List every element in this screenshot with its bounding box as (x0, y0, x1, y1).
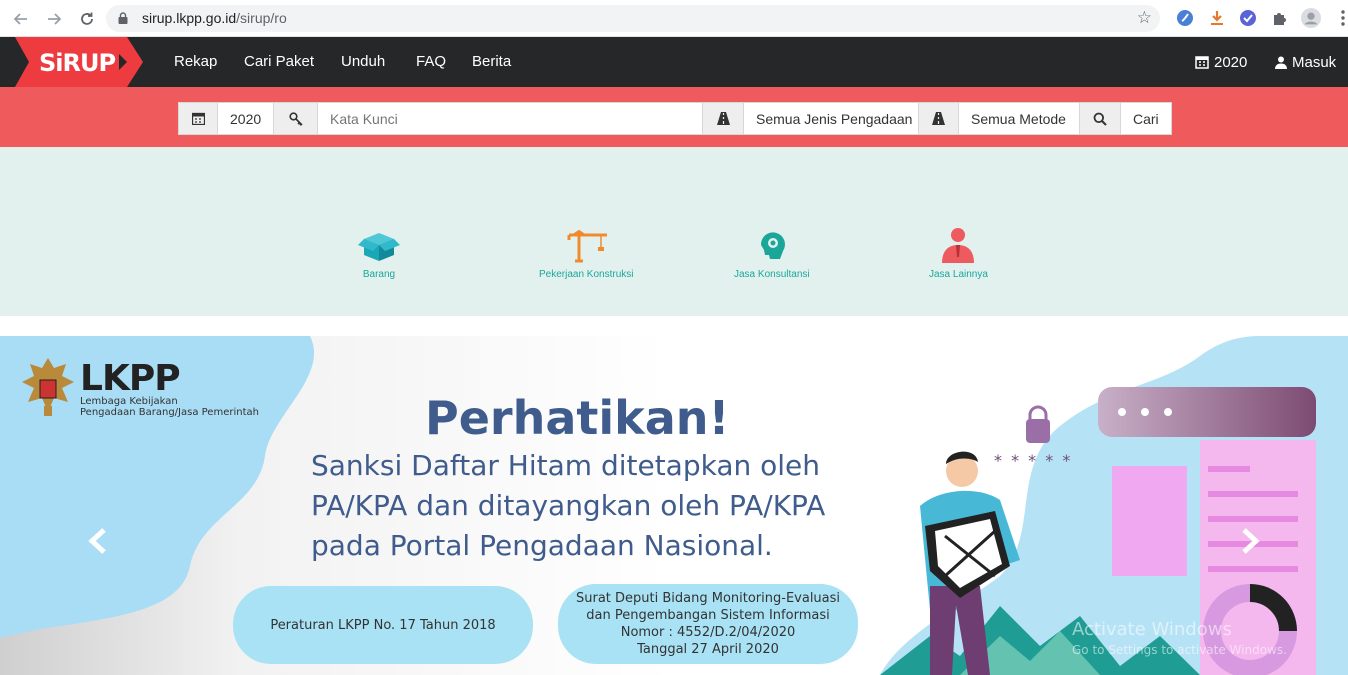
sirup-logo[interactable]: SiRUP (15, 37, 143, 87)
key-icon (288, 111, 303, 126)
windows-activation-title: Activate Windows (1072, 619, 1232, 640)
user-icon (1275, 56, 1287, 69)
extension-check-icon[interactable] (1238, 8, 1258, 28)
procurement-type-select[interactable]: Semua Jenis Pengadaan (743, 102, 919, 135)
nav-faq[interactable]: FAQ (416, 37, 446, 87)
category-section: Barang Pekerjaan Konstruksi Jasa Konsult… (0, 147, 1348, 316)
letter-line: Nomor : 4552/D.2/04/2020 (620, 625, 796, 640)
carousel-next-button[interactable] (1234, 526, 1264, 556)
search-icon (1093, 112, 1107, 126)
password-mask: * * * * * (994, 451, 1073, 470)
url-path: /sirup/ro (236, 10, 287, 26)
road-icon (932, 112, 945, 125)
year-label: 2020 (1214, 53, 1248, 71)
method-select[interactable]: Semua Metode (958, 102, 1080, 135)
calendar-icon (191, 112, 205, 125)
svg-text:SiRUP: SiRUP (39, 49, 115, 77)
letter-line: Surat Deputi Bidang Monitoring-Evaluasi (575, 591, 841, 606)
regulation-pill: Peraturan LKPP No. 17 Tahun 2018 (233, 586, 533, 664)
letter-pill: Surat Deputi Bidang Monitoring-Evaluasi … (558, 584, 858, 664)
regulation-text: Peraturan LKPP No. 17 Tahun 2018 (270, 617, 496, 633)
year-select[interactable]: 2020 (217, 102, 274, 135)
chevron-left-icon (88, 528, 106, 554)
banner-line-1: Sanksi Daftar Hitam ditetapkan oleh (311, 449, 821, 482)
download-icon[interactable] (1207, 8, 1227, 28)
person-icon (942, 228, 975, 263)
year-selector[interactable]: 2020 (1195, 37, 1247, 87)
key-addon (273, 102, 318, 135)
category-label: Jasa Lainnya (929, 269, 988, 280)
lkpp-logo-text: LKPP (80, 358, 181, 399)
calendar-icon (1195, 56, 1209, 69)
more-menu-icon[interactable] (1333, 8, 1348, 28)
category-label: Pekerjaan Konstruksi (539, 269, 634, 280)
category-jasa-konsultansi[interactable]: Jasa Konsultansi (734, 225, 810, 280)
letter-line: dan Pengembangan Sistem Informasi (586, 608, 830, 623)
lkpp-org-line2: Pengadaan Barang/Jasa Pemerintah (80, 407, 259, 418)
url-host: sirup.lkpp.go.id (142, 10, 237, 26)
nav-rekap[interactable]: Rekap (174, 37, 217, 87)
chevron-right-icon (1242, 528, 1260, 554)
lock-icon (118, 12, 128, 24)
login-link[interactable]: Masuk (1275, 37, 1336, 87)
browser-toolbar: sirup.lkpp.go.id/sirup/ro ☆ (0, 0, 1348, 37)
search-button[interactable]: Cari (1120, 102, 1172, 135)
forward-arrow-icon[interactable] (43, 8, 65, 30)
address-bar[interactable]: sirup.lkpp.go.id/sirup/ro ☆ (106, 5, 1160, 32)
box-icon (358, 233, 400, 261)
road-icon (716, 112, 730, 125)
nav-unduh[interactable]: Unduh (341, 37, 385, 87)
windows-activation-subtitle: Go to Settings to activate Windows. (1072, 643, 1287, 657)
road-addon-2 (918, 102, 959, 135)
category-pekerjaan-konstruksi[interactable]: Pekerjaan Konstruksi (539, 225, 634, 280)
crane-icon (567, 229, 608, 263)
keyword-input[interactable] (317, 102, 703, 135)
category-barang[interactable]: Barang (354, 225, 404, 280)
banner-line-2: PA/KPA dan ditayangkan oleh PA/KPA (311, 489, 826, 522)
url-text: sirup.lkpp.go.id/sirup/ro (142, 10, 287, 26)
letter-line: Tanggal 27 April 2020 (637, 642, 779, 657)
lkpp-org-line1: Lembaga Kebijakan (80, 396, 178, 407)
category-label: Barang (362, 269, 396, 280)
login-label: Masuk (1292, 53, 1337, 71)
nav-berita[interactable]: Berita (472, 37, 511, 87)
consultant-head-icon (760, 232, 785, 259)
carousel-prev-button[interactable] (84, 526, 114, 556)
site-navbar: SiRUP Rekap Cari Paket Unduh FAQ Berita … (0, 37, 1348, 87)
search-band: 2020 Semua Jenis Pengadaan Semua Metode … (0, 87, 1348, 147)
nav-cari-paket[interactable]: Cari Paket (244, 37, 314, 87)
banner-line-3: pada Portal Pengadaan Nasional. (311, 529, 773, 562)
reload-icon[interactable] (76, 8, 98, 30)
category-jasa-lainnya[interactable]: Jasa Lainnya (929, 225, 988, 280)
road-addon (702, 102, 744, 135)
extension-globe-icon[interactable] (1175, 8, 1195, 28)
search-icon-addon[interactable] (1079, 102, 1121, 135)
category-label: Jasa Konsultansi (734, 269, 810, 280)
back-arrow-icon[interactable] (10, 8, 32, 30)
profile-avatar-icon[interactable] (1301, 8, 1321, 28)
banner-carousel: LKPP Lembaga Kebijakan Pengadaan Barang/… (0, 336, 1348, 675)
bookmark-star-icon[interactable]: ☆ (1137, 8, 1152, 28)
puzzle-icon[interactable] (1270, 8, 1290, 28)
banner-title: Perhatikan! (425, 391, 730, 445)
calendar-addon (178, 102, 218, 135)
